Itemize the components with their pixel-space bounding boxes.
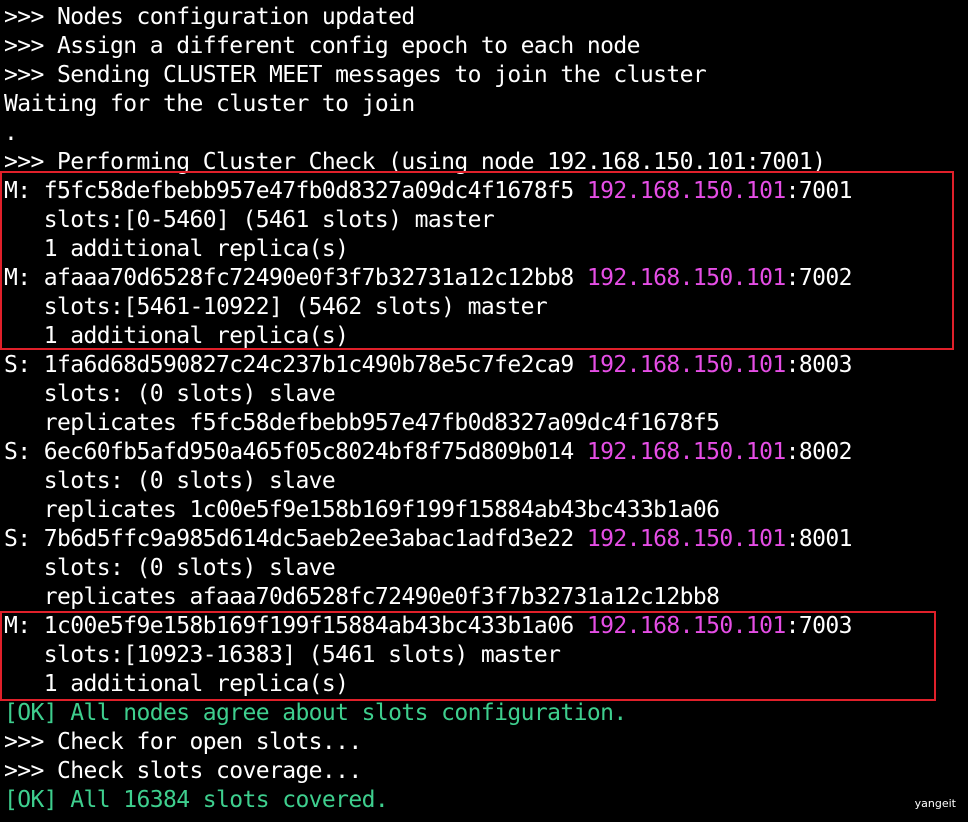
node-id: S: 1fa6d68d590827c24c237b1c490b78e5c7fe2… <box>4 352 587 378</box>
log-line: Waiting for the cluster to join <box>4 91 415 117</box>
node-replicates: replicates afaaa70d6528fc72490e0f3f7b327… <box>4 584 720 610</box>
highlight-box-masters <box>0 171 954 350</box>
node-ip: 192.168.150.101 <box>586 439 786 465</box>
node-line-slave-3: S: 7b6d5ffc9a985d614dc5aeb2ee3abac1adfd3… <box>4 525 968 554</box>
node-line-slave-2: S: 6ec60fb5afd950a465f05c8024bf8f75d809b… <box>4 438 968 467</box>
node-replicates: replicates 1c00e5f9e158b169f199f15884ab4… <box>4 497 720 523</box>
watermark: yangeit <box>914 797 956 810</box>
node-id: S: 6ec60fb5afd950a465f05c8024bf8f75d809b… <box>4 439 587 465</box>
node-ip: 192.168.150.101 <box>586 352 786 378</box>
node-line-slave-1: S: 1fa6d68d590827c24c237b1c490b78e5c7fe2… <box>4 351 968 380</box>
log-line: >>> Nodes configuration updated <box>4 4 415 30</box>
node-slots: slots: (0 slots) slave <box>4 555 336 581</box>
node-id: S: 7b6d5ffc9a985d614dc5aeb2ee3abac1adfd3… <box>4 526 587 552</box>
node-ip: 192.168.150.101 <box>586 526 786 552</box>
ok-status-line: [OK] All nodes agree about slots configu… <box>4 700 627 726</box>
node-slots: slots: (0 slots) slave <box>4 468 336 494</box>
node-port: :8001 <box>785 526 853 552</box>
node-slots: slots: (0 slots) slave <box>4 381 336 407</box>
log-line: . <box>4 120 18 146</box>
ok-status-line: [OK] All 16384 slots covered. <box>4 787 389 813</box>
log-line: >>> Sending CLUSTER MEET messages to joi… <box>4 62 707 88</box>
log-line: >>> Check slots coverage... <box>4 758 362 784</box>
log-line: >>> Check for open slots... <box>4 729 362 755</box>
node-port: :8002 <box>785 439 853 465</box>
node-port: :8003 <box>785 352 853 378</box>
node-replicates: replicates f5fc58defbebb957e47fb0d8327a0… <box>4 410 720 436</box>
log-line: >>> Assign a different config epoch to e… <box>4 33 640 59</box>
highlight-box-master-3 <box>0 611 936 701</box>
